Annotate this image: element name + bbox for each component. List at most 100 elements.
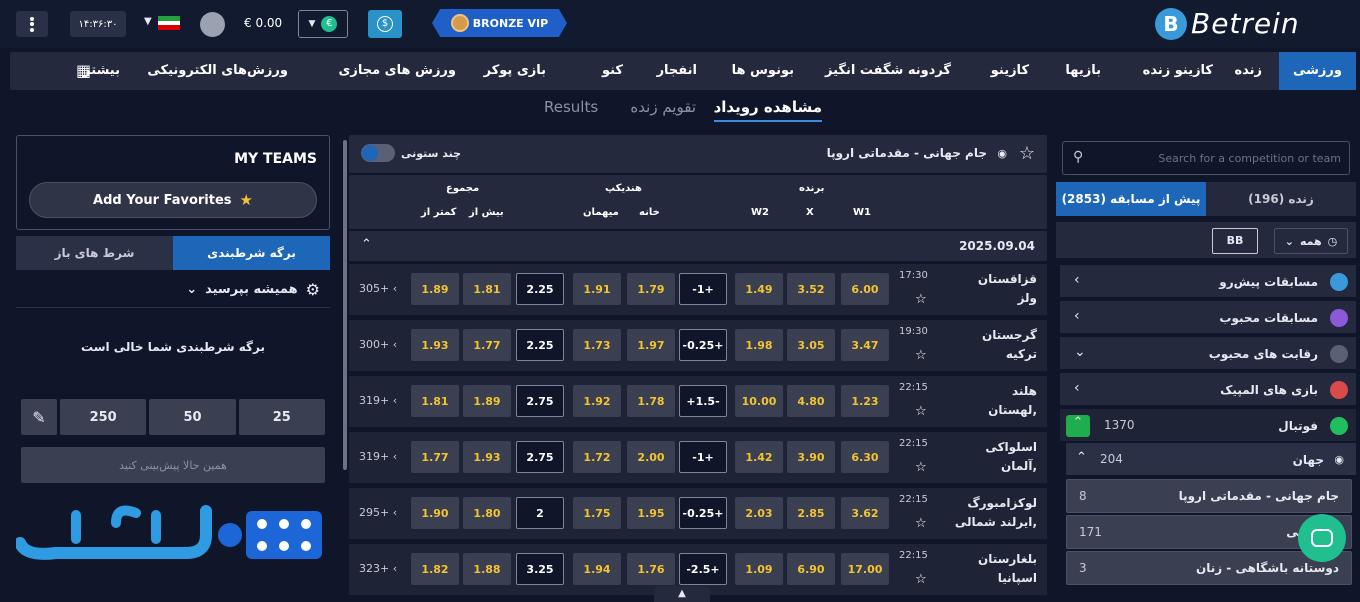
chevron-up-icon[interactable]: ⌃ — [1066, 415, 1090, 437]
star-outline-icon[interactable]: ☆ — [915, 348, 927, 363]
sport-football[interactable]: فوتبال 1370 ⌃ — [1060, 409, 1356, 443]
odd-x[interactable]: 4.80 — [787, 385, 835, 417]
sidebar-item[interactable]: مسابقات پیش‌رو ‹ — [1060, 265, 1356, 299]
bet-builder-button[interactable]: BB — [1212, 228, 1258, 254]
more-markets[interactable]: 319+ ‹ — [359, 450, 397, 463]
odd-w1[interactable]: 6.30 — [841, 441, 889, 473]
odd-o[interactable]: 1.81 — [463, 273, 511, 305]
odd-w2[interactable]: 2.03 — [735, 497, 783, 529]
sidebar-item[interactable]: مسابقات محبوب ‹ — [1060, 301, 1356, 335]
star-outline-icon[interactable]: ☆ — [915, 516, 927, 531]
odd-a[interactable]: 1.73 — [573, 329, 621, 361]
odd-a[interactable]: 1.92 — [573, 385, 621, 417]
match-teams[interactable]: هلند لهستان, — [988, 382, 1037, 420]
place-bet-button[interactable]: همین حالا پیش‌بینی کنید — [21, 447, 325, 483]
stake-250[interactable]: 250 — [60, 399, 147, 435]
nav-live[interactable]: زنده — [1234, 52, 1262, 90]
logo[interactable]: B Betrein — [1155, 7, 1300, 40]
more-markets[interactable]: 323+ ‹ — [359, 562, 397, 575]
star-outline-icon[interactable]: ☆ — [915, 572, 927, 587]
odd-h[interactable]: 1.78 — [627, 385, 675, 417]
star-outline-icon[interactable]: ☆ — [1019, 143, 1035, 164]
nav-bonus[interactable]: بونوس ها — [732, 52, 794, 90]
odds-change-selector[interactable]: ⌄ همیشه بپرسید ⚙ — [16, 272, 330, 308]
match-teams[interactable]: قزاقستان ولز — [978, 270, 1037, 308]
chat-icon[interactable] — [1298, 514, 1346, 562]
match-teams[interactable]: بلغارستان اسپانیا — [978, 550, 1037, 588]
flag-icon[interactable] — [158, 16, 180, 31]
nav-live-casino[interactable]: کازینو زنده — [1143, 52, 1213, 90]
nav-esports[interactable]: ورزش‌های الکترونیکی — [147, 52, 288, 90]
more-markets[interactable]: 295+ ‹ — [359, 506, 397, 519]
region-world[interactable]: جهان ◉ 204 ⌃ — [1066, 443, 1356, 477]
odd-x[interactable]: 3.90 — [787, 441, 835, 473]
odd-w1[interactable]: 17.00 — [841, 553, 889, 585]
odd-u[interactable]: 1.90 — [411, 497, 459, 529]
match-teams[interactable]: گرجستان ترکیه — [982, 326, 1037, 364]
nav-games[interactable]: بازیها — [1065, 52, 1101, 90]
odd-x[interactable]: 3.52 — [787, 273, 835, 305]
odd-u[interactable]: 1.82 — [411, 553, 459, 585]
odd-o[interactable]: 1.77 — [463, 329, 511, 361]
odd-x[interactable]: 2.85 — [787, 497, 835, 529]
chevron-up-icon[interactable]: ⌃ — [361, 237, 372, 252]
time-filter-select[interactable]: ⌄ همه ◷ — [1274, 228, 1348, 254]
tab-open-bets[interactable]: شرط های باز — [16, 236, 173, 270]
nav-wheel[interactable]: گردونه شگفت انگیز — [825, 52, 951, 90]
odd-x[interactable]: 6.90 — [787, 553, 835, 585]
odd-h[interactable]: 2.00 — [627, 441, 675, 473]
star-outline-icon[interactable]: ☆ — [915, 460, 927, 475]
odd-a[interactable]: 1.94 — [573, 553, 621, 585]
odd-w1[interactable]: 1.23 — [841, 385, 889, 417]
more-markets[interactable]: 319+ ‹ — [359, 394, 397, 407]
odd-h[interactable]: 1.79 — [627, 273, 675, 305]
match-teams[interactable]: لوکزامبورگ ایرلند شمالی, — [955, 494, 1037, 532]
tab-betslip[interactable]: برگه شرطبندی — [173, 236, 330, 270]
odd-h[interactable]: 1.95 — [627, 497, 675, 529]
search-input[interactable]: Search for a competition or team ⚲ — [1062, 141, 1350, 175]
deposit-button[interactable]: $ — [368, 10, 402, 38]
odd-w2[interactable]: 10.00 — [735, 385, 783, 417]
tab-event-view[interactable]: مشاهده رویداد — [713, 98, 822, 122]
stake-25[interactable]: 25 — [238, 399, 325, 435]
tab-results[interactable]: Results — [544, 98, 598, 116]
grid-icon[interactable]: ▦ — [76, 52, 91, 90]
stake-50[interactable]: 50 — [149, 399, 236, 435]
odd-u[interactable]: 1.77 — [411, 441, 459, 473]
nav-casino[interactable]: کازینو — [991, 52, 1029, 90]
add-favorites-button[interactable]: Add Your Favorites ★ — [29, 182, 317, 218]
vip-badge[interactable]: BRONZE VIP — [432, 9, 567, 37]
odd-w2[interactable]: 1.49 — [735, 273, 783, 305]
star-outline-icon[interactable]: ☆ — [915, 292, 927, 307]
odd-w2[interactable]: 1.09 — [735, 553, 783, 585]
more-markets[interactable]: 300+ ‹ — [359, 338, 397, 351]
odd-h[interactable]: 1.76 — [627, 553, 675, 585]
odd-o[interactable]: 1.80 — [463, 497, 511, 529]
currency-selector[interactable]: ▼ € — [298, 10, 348, 38]
scrollbar[interactable] — [343, 140, 347, 470]
nav-keno[interactable]: کنو — [602, 52, 623, 90]
chevron-down-icon[interactable]: ▼ — [144, 16, 152, 27]
odd-o[interactable]: 1.88 — [463, 553, 511, 585]
odd-w1[interactable]: 3.47 — [841, 329, 889, 361]
odd-w1[interactable]: 3.62 — [841, 497, 889, 529]
tab-prematch[interactable]: پیش از مسابقه (2853) — [1056, 182, 1206, 216]
odd-o[interactable]: 1.89 — [463, 385, 511, 417]
pencil-icon[interactable]: ✎ — [21, 399, 57, 435]
odd-w1[interactable]: 6.00 — [841, 273, 889, 305]
avatar[interactable] — [200, 12, 225, 37]
menu-icon[interactable] — [16, 11, 48, 37]
chevron-up-icon[interactable]: ▲ — [654, 586, 710, 602]
odd-u[interactable]: 1.89 — [411, 273, 459, 305]
star-outline-icon[interactable]: ☆ — [915, 404, 927, 419]
nav-poker[interactable]: بازی پوکر — [484, 52, 546, 90]
odd-a[interactable]: 1.91 — [573, 273, 621, 305]
odd-o[interactable]: 1.93 — [463, 441, 511, 473]
sidebar-item[interactable]: بازی های المپیک ‹ — [1060, 373, 1356, 407]
odd-u[interactable]: 1.93 — [411, 329, 459, 361]
odd-a[interactable]: 1.72 — [573, 441, 621, 473]
nav-crash[interactable]: انفجار — [657, 52, 697, 90]
odd-w2[interactable]: 1.98 — [735, 329, 783, 361]
more-markets[interactable]: 305+ ‹ — [359, 282, 397, 295]
sidebar-item[interactable]: رقابت های محبوب ⌄ — [1060, 337, 1356, 371]
